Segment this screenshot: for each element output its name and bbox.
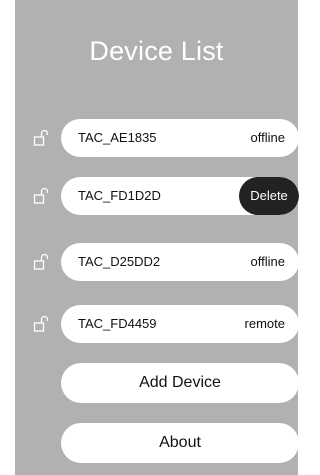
device-status: remote: [244, 316, 285, 331]
device-item[interactable]: TAC_FD4459 remote: [61, 305, 299, 343]
about-button[interactable]: About: [61, 423, 299, 463]
device-row[interactable]: TAC_FD1D2D Delete: [15, 175, 299, 217]
page-title: Device List: [89, 36, 224, 66]
device-name: TAC_FD4459: [78, 316, 157, 331]
device-status: offline: [250, 254, 285, 269]
unlocked-padlock-icon: [32, 314, 52, 334]
device-item[interactable]: TAC_D25DD2 offline: [61, 243, 299, 281]
device-row[interactable]: TAC_AE1835 offline: [15, 117, 299, 159]
unlocked-padlock-icon: [32, 186, 52, 206]
device-row[interactable]: TAC_D25DD2 offline: [15, 241, 299, 283]
device-name: TAC_FD1D2D: [78, 188, 161, 203]
device-row[interactable]: TAC_FD4459 remote: [15, 303, 299, 345]
add-device-button[interactable]: Add Device: [61, 363, 299, 403]
device-name: TAC_AE1835: [78, 130, 157, 145]
unlocked-padlock-icon: [32, 252, 52, 272]
device-list-panel: Device List TAC_AE1835 offline TAC_FD1D2…: [15, 0, 299, 475]
delete-button[interactable]: Delete: [239, 177, 299, 215]
unlocked-padlock-icon: [32, 128, 52, 148]
device-item[interactable]: TAC_AE1835 offline: [61, 119, 299, 157]
device-name: TAC_D25DD2: [78, 254, 161, 269]
device-item[interactable]: TAC_FD1D2D Delete: [61, 177, 299, 215]
device-status: offline: [250, 130, 285, 145]
